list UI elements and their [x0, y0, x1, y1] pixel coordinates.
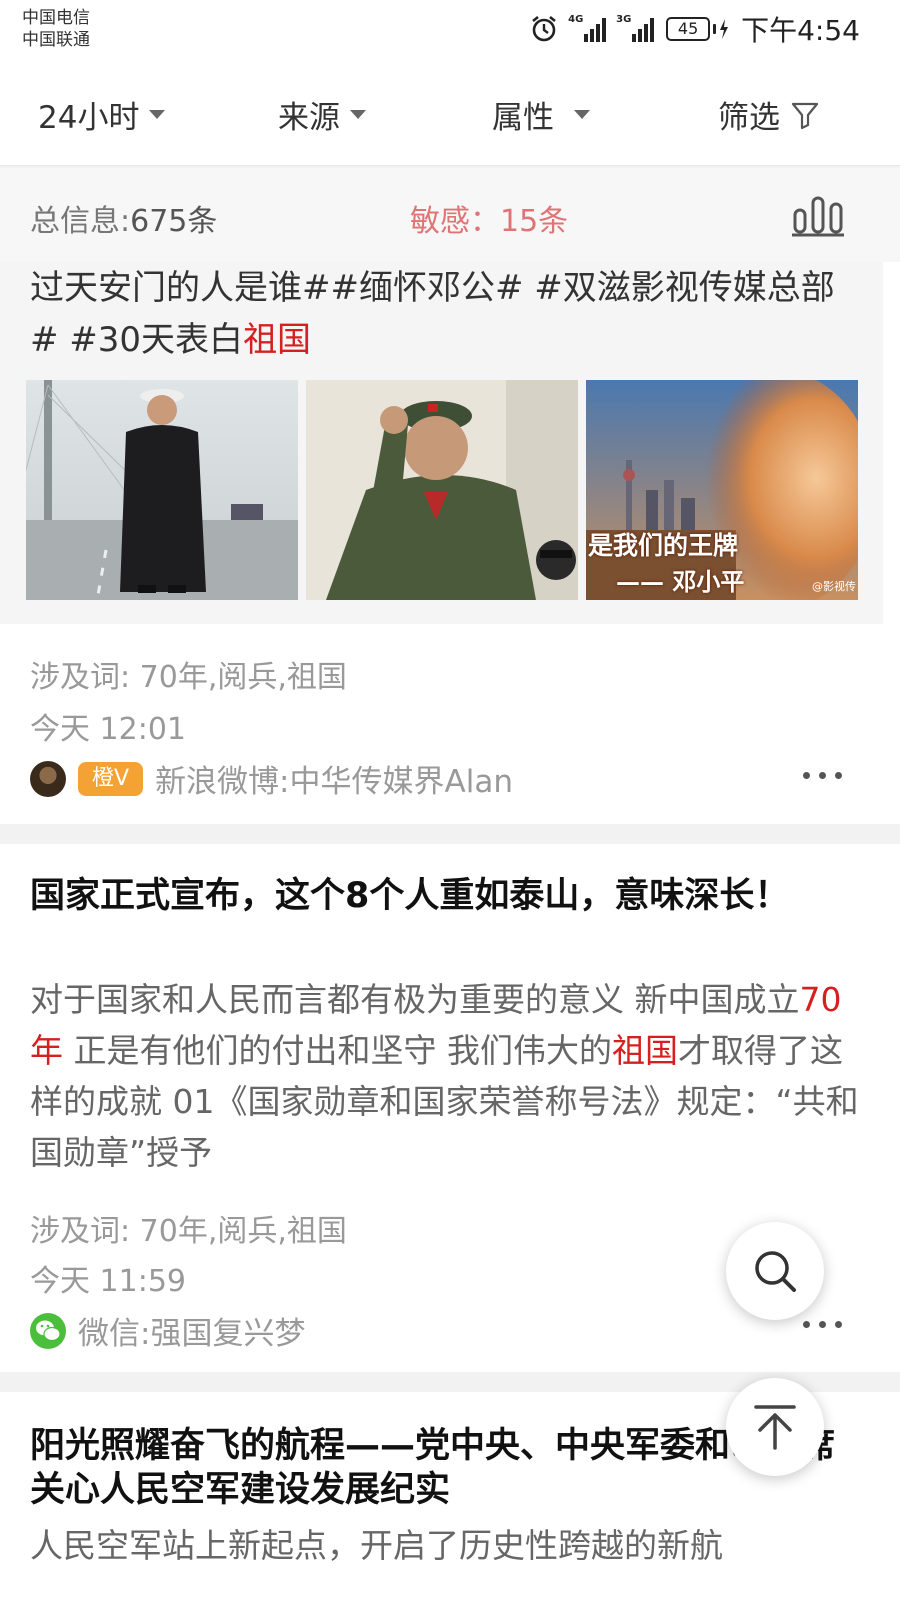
filter-screen[interactable]: 筛选 [718, 92, 820, 137]
sensitive-value: 15条 [500, 204, 569, 239]
body-text: 正是有他们的付出和坚守 我们伟大的 [63, 1031, 612, 1070]
filter-bar: 24小时 来源 属性 筛选 [0, 62, 900, 166]
signal-4g-icon: 4G [568, 14, 607, 42]
avatar [30, 760, 66, 797]
network-type-1: 4G [568, 14, 584, 25]
thumbnail-image[interactable] [306, 380, 578, 600]
sensitive-count[interactable]: 敏感：15条 [410, 196, 568, 240]
filter-label: 来源 [278, 100, 340, 136]
thumbnail-image[interactable]: 是我们的王牌 —— 邓小平 @影视传 [586, 380, 858, 600]
keyword-highlight: 祖国 [243, 320, 312, 360]
keyword-highlight: 祖国 [611, 1031, 678, 1070]
signal-3g-icon: 3G [616, 14, 655, 42]
bar-chart-icon[interactable] [792, 194, 844, 238]
battery-icon: 45 [666, 17, 729, 41]
battery-level: 45 [666, 17, 711, 41]
item-body: 人民空军站上新起点，开启了历史性跨越的新航 [30, 1526, 723, 1565]
filter-label: 属性 [492, 100, 554, 136]
total-value: 675条 [130, 204, 218, 239]
caret-down-icon [574, 110, 590, 119]
summary-bar: 总信息:675条 敏感：15条 [0, 168, 900, 262]
filter-label: 24小时 [38, 100, 140, 136]
charging-icon [720, 19, 729, 39]
item-time: 今天 12:01 [30, 712, 186, 747]
filter-label: 筛选 [718, 100, 780, 136]
item-keywords: 涉及词: 70年,阅兵,祖国 [30, 1214, 347, 1249]
back-to-top-button[interactable] [726, 1378, 824, 1476]
verified-badge: 橙V [78, 761, 144, 796]
item-body: 对于国家和人民而言都有极为重要的意义 新中国成立70年 正是有他们的付出和坚守 … [30, 974, 860, 1178]
carrier-2: 中国联通 [22, 30, 90, 50]
caret-down-icon [350, 110, 366, 119]
excerpt-text: 过天安门的人是谁##缅怀邓公# #双滋影视传媒总部# #30天表白 [30, 268, 835, 360]
more-options-icon[interactable] [803, 772, 842, 779]
image-caption: 是我们的王牌 [588, 531, 739, 560]
sensitive-label: 敏感： [410, 204, 500, 239]
total-count: 总信息:675条 [30, 196, 217, 240]
search-icon [755, 1251, 796, 1292]
carrier-1: 中国电信 [22, 8, 90, 28]
back-to-top-icon [754, 1405, 796, 1450]
image-caption-sub: —— 邓小平 [616, 567, 745, 596]
clock: 下午4:54 [741, 14, 860, 47]
wechat-icon [30, 1312, 66, 1349]
caret-down-icon [149, 110, 166, 119]
body-text: 对于国家和人民而言都有极为重要的意义 新中国成立 [30, 980, 800, 1019]
quoted-content: 过天安门的人是谁##缅怀邓公# #双滋影视传媒总部# #30天表白祖国 是我们的… [0, 262, 883, 624]
filter-funnel-icon [791, 102, 819, 129]
filter-time-range[interactable]: 24小时 [38, 92, 166, 137]
total-label: 总信息: [30, 204, 131, 239]
carrier-info: 中国电信 中国联通 [22, 7, 90, 51]
filter-attribute[interactable]: 属性 [492, 92, 590, 137]
item-source[interactable]: 微信:强国复兴梦 [30, 1308, 305, 1353]
image-gallery: 是我们的王牌 —— 邓小平 @影视传 [26, 380, 858, 600]
source-name: 新浪微博:中华传媒界Alan [155, 764, 513, 800]
status-bar: 中国电信 中国联通 4G 3G 45 下午4:54 [0, 0, 900, 62]
item-keywords: 涉及词: 70年,阅兵,祖国 [30, 660, 347, 695]
network-type-2: 3G [616, 14, 632, 25]
list-item[interactable]: 过天安门的人是谁##缅怀邓公# #双滋影视传媒总部# #30天表白祖国 是我们的… [0, 262, 900, 824]
alarm-icon [530, 15, 558, 43]
status-indicators: 4G 3G 45 下午4:54 [530, 12, 860, 47]
source-name: 微信:强国复兴梦 [78, 1316, 306, 1352]
filter-source[interactable]: 来源 [278, 92, 366, 137]
item-time: 今天 11:59 [30, 1264, 186, 1299]
item-excerpt: 过天安门的人是谁##缅怀邓公# #双滋影视传媒总部# #30天表白祖国 [30, 262, 850, 366]
image-watermark: @影视传 [812, 580, 856, 593]
item-source[interactable]: 橙V 新浪微博:中华传媒界Alan [30, 756, 513, 801]
search-button[interactable] [726, 1222, 824, 1320]
item-title: 国家正式宣布，这个8个人重如泰山，意味深长！ [30, 876, 790, 916]
more-options-icon[interactable] [803, 1321, 842, 1328]
thumbnail-image[interactable] [26, 380, 298, 600]
